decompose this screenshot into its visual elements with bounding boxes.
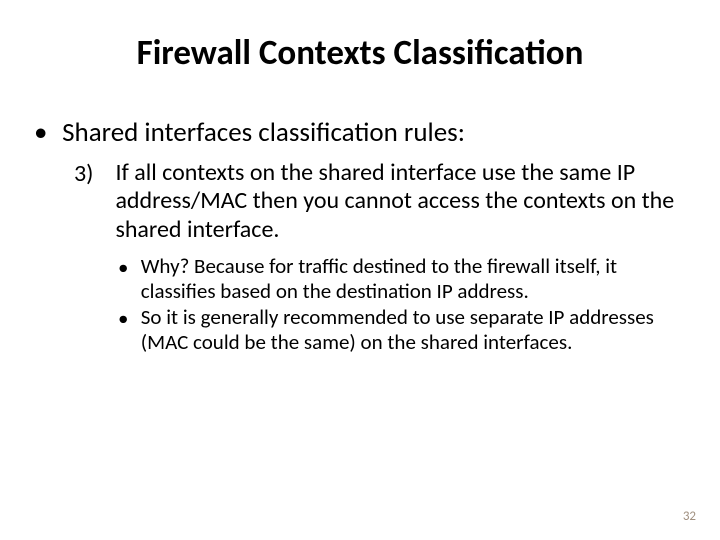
slide-title: Firewall Contexts Classification — [30, 32, 690, 74]
sub-bullet-1: • Why? Because for traffic destined to t… — [118, 254, 690, 304]
sub-bullet-2-text: So it is generally recommended to use se… — [141, 305, 689, 355]
bullet-marker: • — [118, 305, 136, 331]
sub-bullet-2: • So it is generally recommended to use … — [118, 305, 690, 355]
numbered-item-text: If all contexts on the shared interface … — [115, 159, 685, 244]
bullet-level1: • Shared interfaces classification rules… — [34, 116, 690, 149]
bullet-marker: • — [118, 254, 136, 280]
bullet-marker: • — [34, 116, 56, 149]
page-number: 32 — [683, 509, 696, 524]
numbered-marker: 3) — [74, 159, 110, 188]
numbered-item: 3) If all contexts on the shared interfa… — [74, 159, 690, 244]
bullet-level1-text: Shared interfaces classification rules: — [62, 116, 682, 149]
sub-bullet-1-text: Why? Because for traffic destined to the… — [141, 254, 689, 304]
